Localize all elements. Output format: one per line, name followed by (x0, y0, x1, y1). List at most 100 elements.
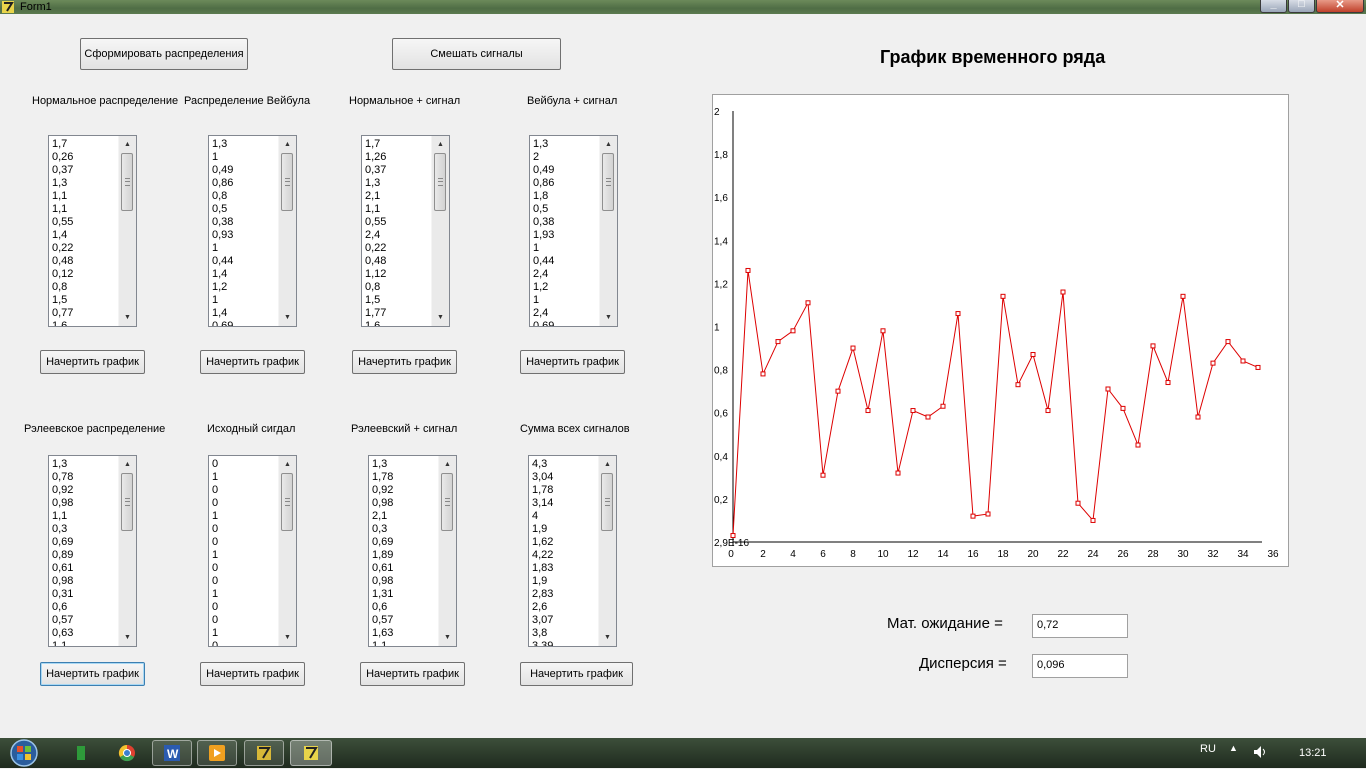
list-item[interactable]: 2,4 (533, 268, 601, 281)
vertical-scrollbar[interactable]: ▲ ▼ (118, 456, 136, 646)
scroll-thumb[interactable] (601, 473, 613, 531)
list-item[interactable]: 0,77 (52, 307, 120, 320)
list-item[interactable]: 1,6 (365, 320, 433, 326)
list-item[interactable]: 1 (212, 294, 280, 307)
plot-button-4[interactable]: Начертить график (520, 350, 625, 374)
list-item[interactable]: 0 (212, 484, 280, 497)
list-item[interactable]: 1,26 (365, 151, 433, 164)
list-item[interactable]: 0 (212, 601, 280, 614)
listbox-8[interactable]: 4,3 3,04 1,78 3,14 4 1,9 1,62 4,22 1,83 1,9 2,83 2,… (528, 455, 617, 647)
plot-button-7[interactable]: Начертить график (360, 662, 465, 686)
list-item[interactable]: 2,6 (532, 601, 600, 614)
scroll-up-arrow-icon[interactable]: ▲ (599, 456, 616, 473)
list-item[interactable]: 1 (533, 294, 601, 307)
list-item[interactable]: 0,57 (52, 614, 120, 627)
language-indicator[interactable]: RU (1200, 743, 1216, 755)
scroll-up-arrow-icon[interactable]: ▲ (119, 456, 136, 473)
list-item[interactable]: 1,78 (532, 484, 600, 497)
list-item[interactable]: 0,55 (52, 216, 120, 229)
list-item[interactable]: 2 (533, 151, 601, 164)
listbox-7[interactable]: 1,3 1,78 0,92 0,98 2,1 0,3 0,69 1,89 0,61 0,98 1,3… (368, 455, 457, 647)
list-item[interactable]: 0,55 (365, 216, 433, 229)
list-item[interactable]: 1,78 (372, 471, 440, 484)
list-item[interactable]: 0,44 (533, 255, 601, 268)
list-item[interactable]: 3,14 (532, 497, 600, 510)
list-item[interactable]: 0,98 (52, 497, 120, 510)
list-item[interactable]: 0,26 (52, 151, 120, 164)
list-item[interactable]: 0,8 (52, 281, 120, 294)
plot-button-8[interactable]: Начертить график (520, 662, 633, 686)
list-item[interactable]: 0,98 (372, 575, 440, 588)
list-item[interactable]: 0,31 (52, 588, 120, 601)
vertical-scrollbar[interactable]: ▲ ▼ (278, 136, 296, 326)
list-item[interactable]: 0,12 (52, 268, 120, 281)
list-item[interactable]: 0,37 (365, 164, 433, 177)
list-item[interactable]: 1,12 (365, 268, 433, 281)
taskbar-delphi[interactable] (244, 740, 284, 766)
list-item[interactable]: 0,3 (52, 523, 120, 536)
list-item[interactable]: 1,6 (52, 320, 120, 326)
list-item[interactable]: 4,22 (532, 549, 600, 562)
list-item[interactable]: 0,48 (52, 255, 120, 268)
list-item[interactable]: 1,4 (52, 229, 120, 242)
list-item[interactable]: 1 (212, 549, 280, 562)
list-item[interactable]: 0,57 (372, 614, 440, 627)
list-item[interactable]: 0,6 (372, 601, 440, 614)
scroll-thumb[interactable] (602, 153, 614, 211)
list-item[interactable]: 0,69 (52, 536, 120, 549)
scroll-down-arrow-icon[interactable]: ▼ (439, 629, 456, 646)
list-item[interactable]: 1,77 (365, 307, 433, 320)
list-item[interactable]: 0,8 (365, 281, 433, 294)
show-hidden-icons-icon[interactable]: ▲ (1229, 743, 1238, 753)
list-item[interactable]: 4,3 (532, 458, 600, 471)
list-item[interactable]: 0 (212, 523, 280, 536)
list-item[interactable]: 0,8 (212, 190, 280, 203)
list-item[interactable]: 0,6 (52, 601, 120, 614)
list-item[interactable]: 0,86 (533, 177, 601, 190)
list-item[interactable]: 1,4 (212, 268, 280, 281)
list-item[interactable]: 1,9 (532, 523, 600, 536)
mean-field[interactable]: 0,72 (1032, 614, 1128, 638)
maximize-button[interactable]: □ (1288, 0, 1315, 13)
list-item[interactable]: 1,9 (532, 575, 600, 588)
vertical-scrollbar[interactable]: ▲ ▼ (431, 136, 449, 326)
scroll-thumb[interactable] (121, 153, 133, 211)
vertical-scrollbar[interactable]: ▲ ▼ (438, 456, 456, 646)
list-item[interactable]: 0 (212, 497, 280, 510)
list-item[interactable]: 0,78 (52, 471, 120, 484)
list-item[interactable]: 1,89 (372, 549, 440, 562)
list-item[interactable]: 0 (212, 614, 280, 627)
list-item[interactable]: 1,1 (372, 640, 440, 646)
list-item[interactable]: 0,93 (212, 229, 280, 242)
scroll-thumb[interactable] (121, 473, 133, 531)
scroll-down-arrow-icon[interactable]: ▼ (599, 629, 616, 646)
list-item[interactable]: 1,1 (365, 203, 433, 216)
list-item[interactable]: 1,8 (533, 190, 601, 203)
list-item[interactable]: 3,39 (532, 640, 600, 646)
close-button[interactable]: ✕ (1316, 0, 1364, 13)
list-item[interactable]: 0,49 (533, 164, 601, 177)
list-item[interactable]: 0,69 (372, 536, 440, 549)
list-item[interactable]: 1,2 (212, 281, 280, 294)
scroll-up-arrow-icon[interactable]: ▲ (600, 136, 617, 153)
scroll-up-arrow-icon[interactable]: ▲ (279, 136, 296, 153)
generate-distributions-button[interactable]: Сформировать распределения (80, 38, 248, 70)
scroll-down-arrow-icon[interactable]: ▼ (119, 629, 136, 646)
listbox-6[interactable]: 0 1 0 0 1 0 0 1 0 0 1 0 0 1 0 ▲ ▼ (208, 455, 297, 647)
list-item[interactable]: 1,3 (365, 177, 433, 190)
list-item[interactable]: 0,38 (212, 216, 280, 229)
list-item[interactable]: 1,31 (372, 588, 440, 601)
list-item[interactable]: 1 (212, 510, 280, 523)
scroll-up-arrow-icon[interactable]: ▲ (432, 136, 449, 153)
list-item[interactable]: 1 (212, 242, 280, 255)
listbox-2[interactable]: 1,3 1 0,49 0,86 0,8 0,5 0,38 0,93 1 0,44 1,4 1,2 1 1,… (208, 135, 297, 327)
vertical-scrollbar[interactable]: ▲ ▼ (599, 136, 617, 326)
list-item[interactable]: 0 (212, 458, 280, 471)
list-item[interactable]: 0,44 (212, 255, 280, 268)
list-item[interactable]: 1,3 (533, 138, 601, 151)
list-item[interactable]: 0,48 (365, 255, 433, 268)
taskbar-media-player[interactable] (197, 740, 237, 766)
scroll-up-arrow-icon[interactable]: ▲ (279, 456, 296, 473)
list-item[interactable]: 2,83 (532, 588, 600, 601)
list-item[interactable]: 2,4 (365, 229, 433, 242)
